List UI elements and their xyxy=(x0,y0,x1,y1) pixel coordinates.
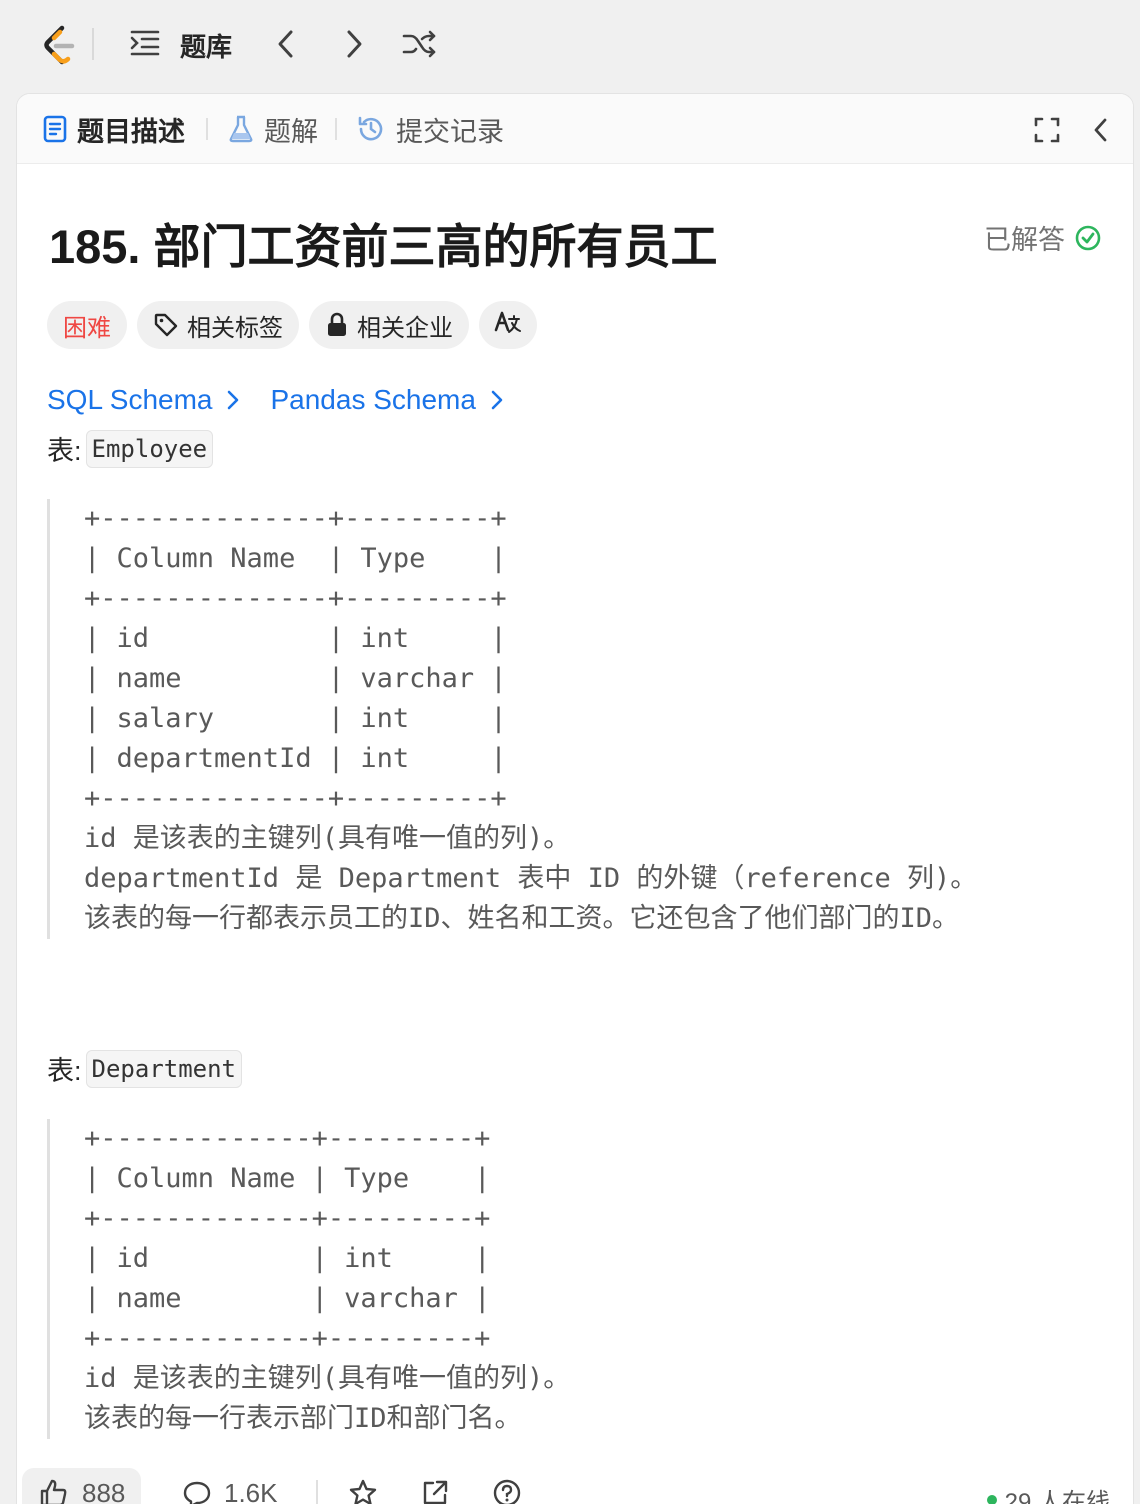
link-label: SQL Schema xyxy=(47,384,213,415)
problem-panel: 题目描述 题解 提交记录 185. 部门工资前三高的所有员工 已解答 困难 相关… xyxy=(16,93,1134,1504)
tab-solutions[interactable]: 题解 xyxy=(228,108,318,150)
shuffle-icon xyxy=(402,30,436,58)
tab-divider xyxy=(335,118,337,140)
share-button[interactable] xyxy=(420,1478,450,1504)
tag-label: 相关企业 xyxy=(357,314,453,342)
tab-label: 题目描述 xyxy=(77,116,185,147)
document-icon xyxy=(43,115,67,143)
comment-icon xyxy=(183,1481,211,1504)
divider xyxy=(92,28,94,60)
table-heading: 表: Employee xyxy=(47,429,214,468)
fullscreen-icon xyxy=(1034,117,1060,143)
problem-title: 185. 部门工资前三高的所有员工 xyxy=(49,220,718,273)
schema-links: SQL Schema Pandas Schema xyxy=(47,384,534,416)
share-icon xyxy=(423,1480,448,1504)
online-count: 29 人在线 xyxy=(1004,1489,1110,1504)
table-heading: 表: Department xyxy=(47,1049,243,1088)
chevron-right-icon xyxy=(226,389,240,411)
like-button[interactable]: 888 xyxy=(22,1468,142,1504)
schema-code-block: +-------------+---------+ | Column Name … xyxy=(47,1119,570,1439)
like-count: 888 xyxy=(82,1477,126,1504)
chevron-right-icon xyxy=(347,30,362,58)
tag-row: 困难 相关标签 相关企业 xyxy=(47,301,537,349)
chevron-right-icon xyxy=(490,389,504,411)
sql-schema-link[interactable]: SQL Schema xyxy=(47,384,240,416)
table-name-code: Department xyxy=(85,1049,243,1088)
collapse-panel-button[interactable] xyxy=(1083,112,1119,148)
action-bar: 888 1.6K 29 人在线 xyxy=(16,1462,1134,1504)
next-problem-button[interactable] xyxy=(336,26,372,62)
tab-submissions[interactable]: 提交记录 xyxy=(356,108,504,150)
link-label: Pandas Schema xyxy=(270,384,476,415)
tab-description[interactable]: 题目描述 xyxy=(43,108,185,150)
online-dot xyxy=(986,1494,997,1504)
problem-list-button[interactable]: 题库 xyxy=(128,26,232,65)
pandas-schema-link[interactable]: Pandas Schema xyxy=(270,384,503,416)
prev-problem-button[interactable] xyxy=(268,26,304,62)
tab-label: 提交记录 xyxy=(396,116,504,147)
star-icon xyxy=(349,1479,377,1504)
online-users: 29 人在线 xyxy=(986,1482,1110,1504)
flask-icon xyxy=(229,115,253,143)
table-heading-prefix: 表: xyxy=(47,1056,82,1086)
logo-icon[interactable] xyxy=(36,22,80,66)
tab-bar: 题目描述 题解 提交记录 xyxy=(17,94,1133,164)
tag-icon xyxy=(153,312,179,338)
top-navigation-bar: 题库 xyxy=(0,0,1140,88)
tab-divider xyxy=(206,118,208,140)
check-circle-icon xyxy=(1075,225,1101,250)
comment-button[interactable]: 1.6K xyxy=(182,1478,278,1504)
collapse-icon xyxy=(1094,118,1107,142)
tag-label: 相关标签 xyxy=(187,314,283,342)
help-icon xyxy=(493,1479,521,1504)
problem-list-label: 题库 xyxy=(180,32,233,62)
chevron-left-icon xyxy=(278,30,293,58)
solved-status: 已解答 xyxy=(984,218,1101,257)
table-name-code: Employee xyxy=(85,429,214,468)
table-heading-prefix: 表: xyxy=(47,436,82,466)
list-icon xyxy=(128,26,162,65)
fullscreen-button[interactable] xyxy=(1029,112,1065,148)
thumbs-up-icon xyxy=(40,1479,67,1504)
difficulty-badge[interactable]: 困难 xyxy=(47,301,127,349)
comment-count: 1.6K xyxy=(224,1478,278,1504)
solved-label: 已解答 xyxy=(984,225,1065,255)
help-button[interactable] xyxy=(492,1478,522,1504)
translate-button[interactable] xyxy=(479,301,537,349)
history-icon xyxy=(358,116,383,141)
related-companies-button[interactable]: 相关企业 xyxy=(309,301,469,349)
translate-icon xyxy=(493,308,523,343)
tab-label: 题解 xyxy=(264,116,318,147)
divider xyxy=(316,1480,318,1504)
random-problem-button[interactable] xyxy=(401,26,437,62)
favorite-button[interactable] xyxy=(348,1478,378,1504)
related-tags-button[interactable]: 相关标签 xyxy=(137,301,299,349)
schema-code-block: +--------------+---------+ | Column Name… xyxy=(47,499,977,939)
lock-icon xyxy=(325,312,349,338)
